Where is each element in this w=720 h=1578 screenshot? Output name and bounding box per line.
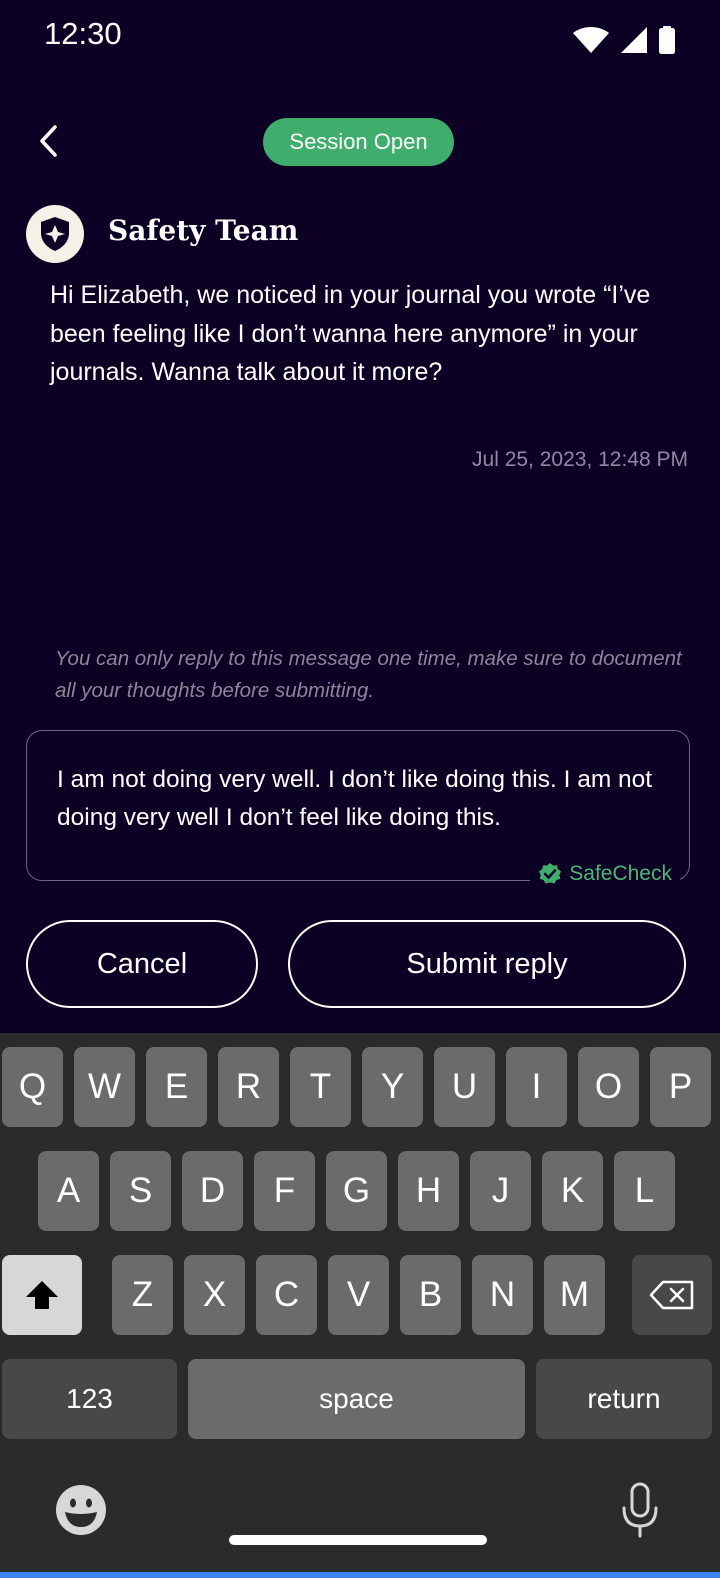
key-n[interactable]: N: [472, 1255, 533, 1335]
space-key[interactable]: space: [188, 1359, 525, 1439]
key-w[interactable]: W: [74, 1047, 135, 1127]
message-body: Hi Elizabeth, we noticed in your journal…: [50, 281, 651, 386]
key-e[interactable]: E: [146, 1047, 207, 1127]
safecheck-text: SafeCheck: [569, 862, 672, 885]
key-s[interactable]: S: [110, 1151, 171, 1231]
key-z[interactable]: Z: [112, 1255, 173, 1335]
key-k[interactable]: K: [542, 1151, 603, 1231]
status-icons: [572, 26, 676, 54]
numbers-key[interactable]: 123: [2, 1359, 177, 1439]
status-bar: 12:30: [0, 0, 720, 80]
reply-input-text: I am not doing very well. I don’t like d…: [57, 766, 653, 831]
microphone-icon[interactable]: [620, 1482, 660, 1540]
key-m[interactable]: M: [544, 1255, 605, 1335]
sender-name: Safety Team: [108, 214, 299, 247]
key-g[interactable]: G: [326, 1151, 387, 1231]
key-o[interactable]: O: [578, 1047, 639, 1127]
safecheck-label: SafeCheck: [530, 862, 680, 886]
key-u[interactable]: U: [434, 1047, 495, 1127]
key-h[interactable]: H: [398, 1151, 459, 1231]
shield-icon: [41, 217, 69, 251]
signal-icon: [621, 27, 647, 53]
backspace-key[interactable]: [632, 1255, 712, 1335]
key-a[interactable]: A: [38, 1151, 99, 1231]
check-badge-icon: [539, 863, 562, 884]
key-y[interactable]: Y: [362, 1047, 423, 1127]
emoji-icon[interactable]: [54, 1483, 108, 1537]
wifi-icon: [573, 27, 609, 53]
home-indicator[interactable]: [229, 1535, 487, 1545]
key-q[interactable]: Q: [2, 1047, 63, 1127]
message-timestamp: Jul 25, 2023, 12:48 PM: [472, 448, 688, 471]
key-i[interactable]: I: [506, 1047, 567, 1127]
back-button[interactable]: [24, 115, 72, 167]
key-r[interactable]: R: [218, 1047, 279, 1127]
back-arrow-icon: [40, 125, 57, 157]
key-f[interactable]: F: [254, 1151, 315, 1231]
key-l[interactable]: L: [614, 1151, 675, 1231]
key-j[interactable]: J: [470, 1151, 531, 1231]
keyboard: Q W E R T Y U I O P A S D F G H J K L Z …: [0, 1033, 720, 1578]
reply-note: You can only reply to this message one t…: [55, 647, 682, 702]
key-c[interactable]: C: [256, 1255, 317, 1335]
key-t[interactable]: T: [290, 1047, 351, 1127]
session-status-badge: Session Open: [263, 118, 454, 166]
status-time: 12:30: [44, 16, 122, 51]
key-p[interactable]: P: [650, 1047, 711, 1127]
backspace-icon: [649, 1280, 694, 1310]
bottom-edge-line: [0, 1572, 720, 1578]
key-b[interactable]: B: [400, 1255, 461, 1335]
key-v[interactable]: V: [328, 1255, 389, 1335]
key-x[interactable]: X: [184, 1255, 245, 1335]
reply-input[interactable]: I am not doing very well. I don’t like d…: [26, 730, 690, 881]
shift-icon: [26, 1281, 58, 1309]
return-key[interactable]: return: [536, 1359, 712, 1439]
submit-reply-button[interactable]: Submit reply: [288, 920, 686, 1008]
cancel-button[interactable]: Cancel: [26, 920, 258, 1008]
shift-key[interactable]: [2, 1255, 82, 1335]
avatar: [26, 205, 84, 263]
battery-icon: [659, 26, 675, 54]
key-d[interactable]: D: [182, 1151, 243, 1231]
